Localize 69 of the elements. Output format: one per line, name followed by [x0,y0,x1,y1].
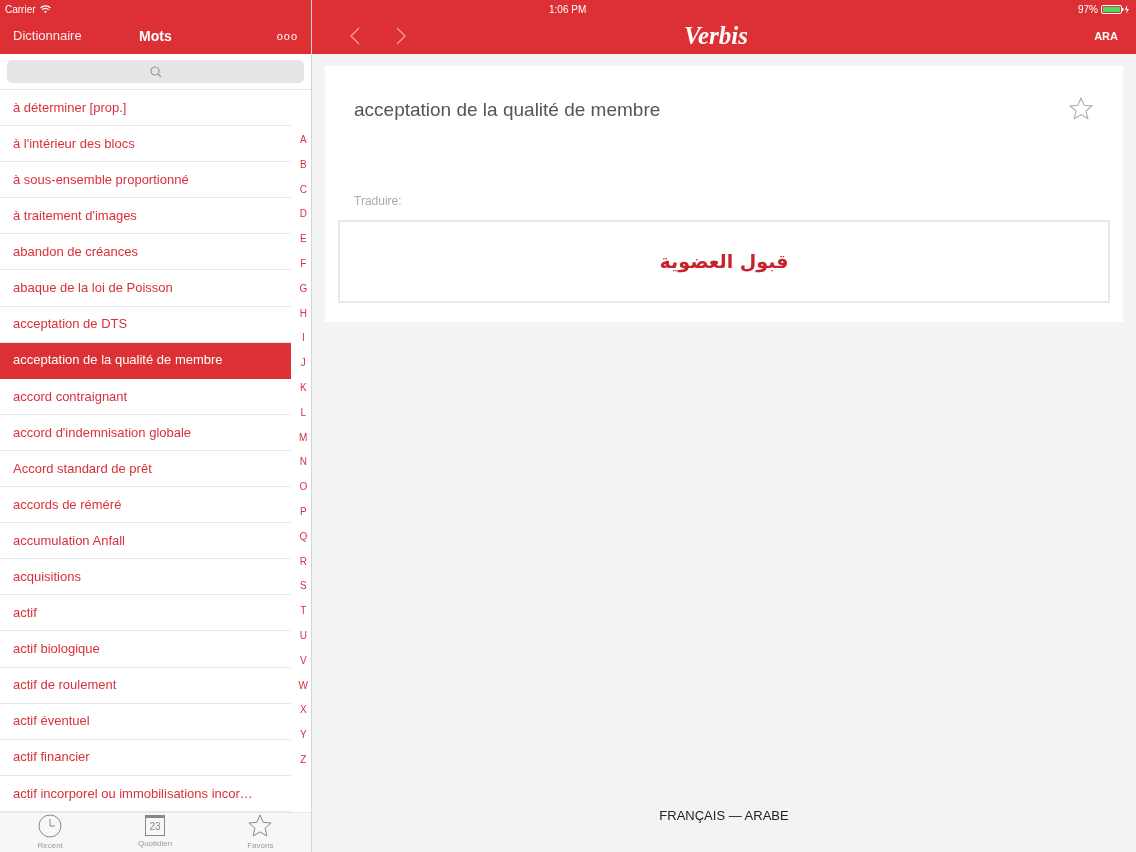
clock-time: 1:06 PM [549,2,587,17]
word-list-item[interactable]: Accord standard de prêt [0,450,291,488]
index-letter[interactable]: M [299,429,308,455]
index-letter[interactable]: K [299,379,307,405]
word-list-item[interactable]: acquisitions [0,559,291,596]
index-letter[interactable]: E [299,231,307,256]
word-list-item[interactable]: à déterminer [prop.] [0,90,291,127]
carrier-label: Carrier [5,2,36,17]
word-list-item[interactable]: accords de réméré [0,487,291,524]
term-text: acceptation de la qualité de membre [354,98,661,122]
index-letter[interactable]: D [299,206,307,232]
word-list-item[interactable]: à traitement d'images [0,198,291,235]
word-list-item[interactable]: à sous-ensemble proportionné [0,162,291,199]
tab-bar-item[interactable]: Recent [37,813,63,852]
index-letter[interactable]: A [299,132,307,157]
word-list-item[interactable]: actif financier [0,739,291,776]
word-list-item[interactable]: abaque de la loi de Poisson [0,270,291,307]
word-list-item[interactable]: accord contraignant [0,378,291,415]
index-letter[interactable]: N [299,454,307,480]
calendar-icon: 23 [145,815,166,836]
index-letter[interactable]: G [299,280,308,306]
app-logo: Verbis [684,21,748,52]
index-letter[interactable]: H [299,305,307,331]
index-letter[interactable]: Q [299,528,308,554]
word-list-item[interactable]: accumulation Anfall [0,523,291,560]
index-letter[interactable]: T [300,603,307,628]
tab-bar-item[interactable]: 23 Quotidien [137,815,173,850]
index-letter[interactable]: L [300,404,307,430]
word-list-item[interactable]: abandon de créances [0,234,291,271]
index-letter[interactable]: J [300,355,306,380]
back-button[interactable]: Dictionnaire [13,26,82,46]
battery-icon [1101,4,1131,14]
index-letter[interactable]: Y [299,727,307,752]
search-field[interactable] [7,60,304,83]
word-list-item[interactable]: actif éventuel [0,703,291,740]
word-list-item[interactable]: accord d'indemnisation globale [0,414,291,451]
index-letter[interactable]: F [300,256,307,281]
sidebar-title: Mots [139,26,172,46]
wifi-icon [39,5,51,13]
language-button[interactable]: ARA [1094,27,1118,45]
more-button[interactable]: ooo [276,27,298,45]
index-letter[interactable]: P [299,503,307,529]
language-pair-label: FRANÇAIS — ARABE [659,807,789,825]
word-list-item[interactable]: actif biologique [0,631,291,668]
clock-icon [38,813,63,838]
battery-percentage: 97% [1078,2,1098,17]
search-icon [149,65,162,78]
index-letter[interactable]: Z [300,751,307,777]
index-letter[interactable]: W [298,677,308,703]
index-letter[interactable]: C [299,181,307,207]
word-list-item[interactable]: actif [0,595,291,632]
word-list-item[interactable]: acceptation de DTS [0,306,291,343]
word-list-item[interactable]: acceptation de la qualité de membre [0,342,291,379]
translate-label: Traduire: [353,192,403,210]
index-letter[interactable]: X [299,702,307,728]
tab-bar-item[interactable]: Favoris [247,813,274,852]
index-letter[interactable]: I [301,330,305,356]
index-letter[interactable]: S [299,578,307,604]
word-list-item[interactable]: actif incorporel ou immobilisations incor… [0,775,291,812]
index-letter[interactable]: U [299,627,307,653]
index-letter[interactable]: V [299,652,307,678]
index-letter[interactable]: B [299,156,307,182]
word-list-item[interactable]: actif de roulement [0,667,291,704]
index-letter[interactable]: R [299,553,307,579]
star-icon [248,813,273,838]
word-list-item[interactable]: à l'intérieur des blocs [0,126,291,163]
index-letter[interactable]: O [299,479,308,504]
favorite-star-icon[interactable] [1068,96,1094,122]
translation-text: قبول العضوية [659,248,789,275]
